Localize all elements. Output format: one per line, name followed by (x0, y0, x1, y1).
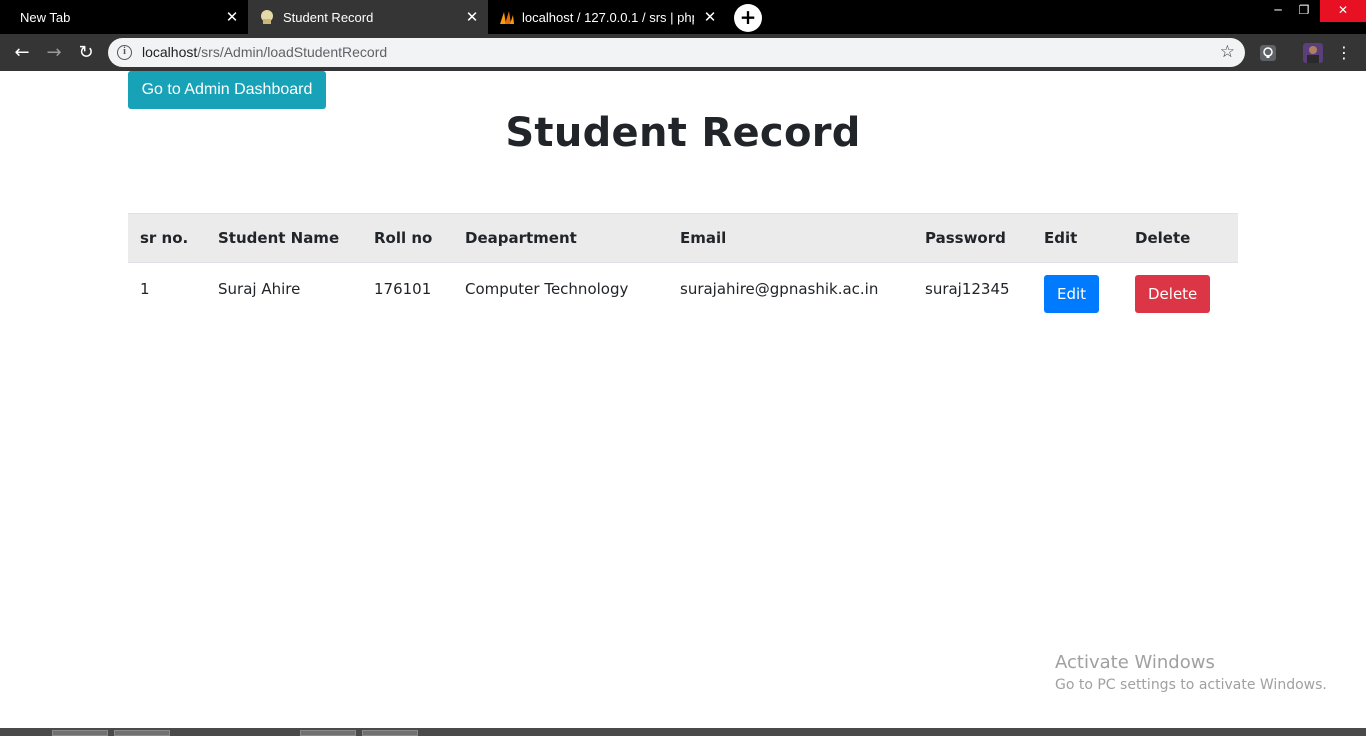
phpmyadmin-icon (500, 11, 514, 24)
delete-button[interactable]: Delete (1135, 275, 1211, 313)
plus-icon: + (739, 5, 757, 29)
activate-windows-watermark: Activate Windows Go to PC settings to ac… (1055, 652, 1327, 693)
forward-arrow-icon[interactable]: → (42, 41, 66, 65)
tab-label: Student Record (283, 9, 374, 25)
tab-strip: New Tab ✕ Student Record ✕ localhost / 1… (0, 0, 1366, 34)
column-header-email: Email (668, 213, 913, 263)
column-header-sr-no: sr no. (128, 213, 206, 263)
minimize-icon[interactable]: ─ (1265, 0, 1291, 22)
cell-student-name: Suraj Ahire (218, 280, 301, 298)
url-host: localhost (142, 44, 198, 60)
go-to-admin-dashboard-button[interactable]: Go to Admin Dashboard (128, 71, 326, 109)
taskbar (0, 728, 1366, 736)
column-header-password: Password (913, 213, 1032, 263)
page-title: Student Record (505, 110, 861, 156)
watermark-title: Activate Windows (1055, 652, 1215, 673)
cell-roll-no: 176101 (374, 280, 432, 298)
taskbar-item[interactable] (114, 730, 170, 736)
close-icon[interactable]: ✕ (224, 9, 240, 25)
cell-delete: Delete (1123, 263, 1238, 325)
edit-button[interactable]: Edit (1044, 275, 1100, 313)
column-header-edit: Edit (1032, 213, 1123, 263)
close-icon[interactable]: ✕ (702, 9, 718, 25)
favicon-icon (261, 10, 273, 24)
taskbar-item[interactable] (362, 730, 418, 736)
student-record-table: sr no. Student Name Roll no Deapartment … (128, 213, 1238, 325)
new-tab-button[interactable]: + (734, 4, 762, 32)
browser-toolbar: ← → ↻ i localhost/srs/Admin/loadStudentR… (0, 34, 1366, 71)
table-header-row: sr no. Student Name Roll no Deapartment … (128, 213, 1238, 263)
cell-department: Computer Technology (465, 280, 629, 298)
window-close-icon[interactable]: ✕ (1320, 0, 1366, 22)
cell-password: suraj12345 (925, 280, 1010, 298)
tab-label: localhost / 127.0.0.1 / srs | phpMy (522, 9, 694, 25)
taskbar-item[interactable] (300, 730, 356, 736)
column-header-student-name: Student Name (206, 213, 362, 263)
avatar[interactable] (1303, 43, 1323, 63)
extension-icon[interactable] (1258, 43, 1278, 63)
bookmark-star-icon[interactable]: ☆ (1220, 42, 1235, 62)
info-icon[interactable]: i (117, 45, 132, 60)
table-row: 1 Suraj Ahire 176101 Computer Technology… (128, 263, 1238, 325)
column-header-department: Deapartment (453, 213, 668, 263)
column-header-delete: Delete (1123, 213, 1238, 263)
tab-phpmyadmin[interactable]: localhost / 127.0.0.1 / srs | phpMy ✕ (488, 0, 726, 34)
tab-label: New Tab (20, 9, 71, 25)
cell-edit: Edit (1032, 263, 1123, 325)
cell-sr-no: 1 (140, 280, 150, 298)
restore-icon[interactable]: ❐ (1291, 0, 1317, 22)
address-bar[interactable]: i localhost/srs/Admin/loadStudentRecord … (108, 38, 1245, 67)
watermark-subtitle: Go to PC settings to activate Windows. (1055, 677, 1327, 693)
close-icon[interactable]: ✕ (464, 9, 480, 25)
back-arrow-icon[interactable]: ← (10, 41, 34, 65)
tab-student-record[interactable]: Student Record ✕ (248, 0, 488, 34)
taskbar-item[interactable] (52, 730, 108, 736)
menu-dots-icon[interactable]: ⋮ (1332, 41, 1356, 65)
column-header-roll-no: Roll no (362, 213, 453, 263)
cell-email: surajahire@gpnashik.ac.in (680, 280, 879, 298)
url-text[interactable]: localhost/srs/Admin/loadStudentRecord (142, 44, 387, 60)
tab-new-tab[interactable]: New Tab ✕ (0, 0, 248, 34)
reload-icon[interactable]: ↻ (74, 41, 98, 65)
url-path: /srs/Admin/loadStudentRecord (197, 44, 388, 60)
